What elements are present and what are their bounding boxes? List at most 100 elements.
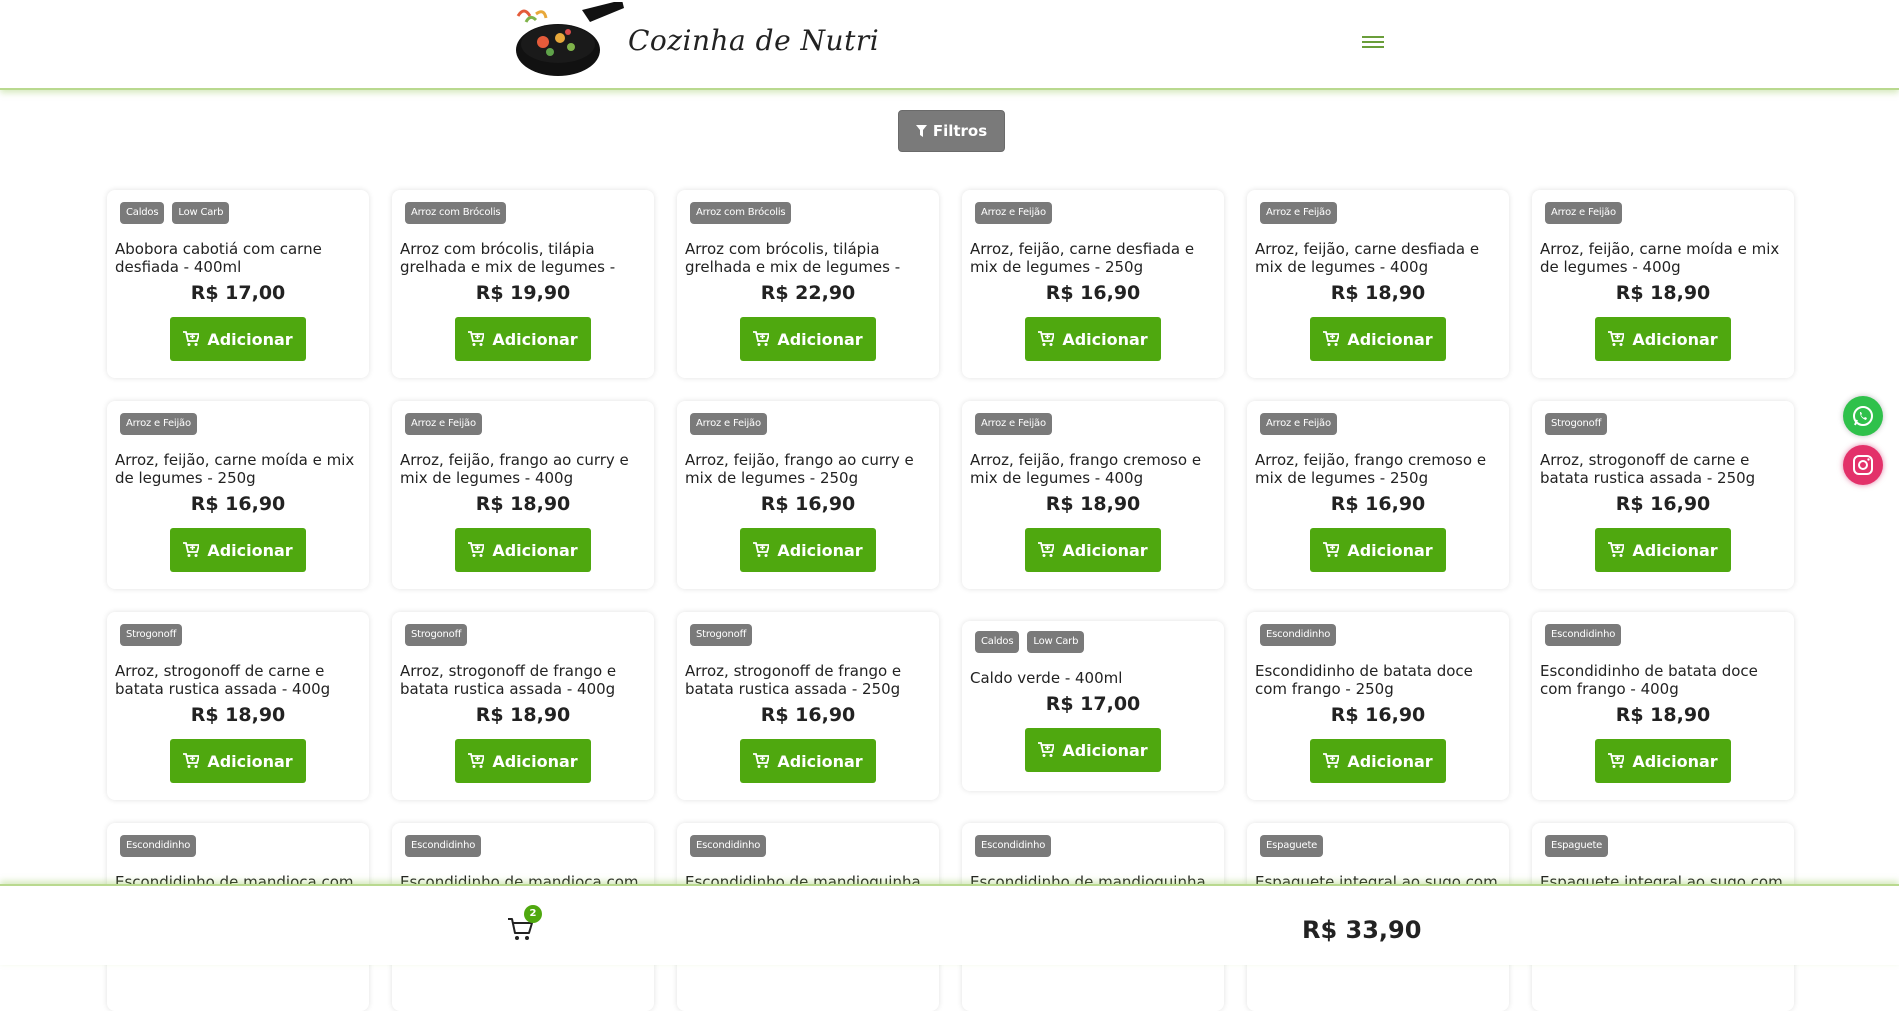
add-to-cart-label: Adicionar [207, 540, 293, 560]
brand-name: Cozinha de Nutri [628, 24, 880, 57]
add-to-cart-button[interactable]: Adicionar [1025, 528, 1161, 572]
product-title: Arroz com brócolis, tilápia grelhada e m… [400, 240, 616, 276]
product-tags: Arroz e Feijão [1255, 413, 1501, 435]
product-price: R$ 16,90 [1615, 493, 1711, 515]
category-badge: Low Carb [1027, 631, 1085, 653]
add-to-cart-button[interactable]: Adicionar [740, 528, 876, 572]
product-title: Arroz com brócolis, tilápia grelhada e m… [685, 240, 901, 276]
product-title: Arroz, feijão, frango ao curry e mix de … [400, 451, 629, 487]
category-badge: Arroz e Feijão [120, 413, 197, 435]
add-to-cart-label: Adicionar [492, 751, 578, 771]
product-price: R$ 16,90 [1330, 704, 1426, 726]
add-to-cart-button[interactable]: Adicionar [170, 317, 306, 361]
product-title: Caldo verde - 400ml [970, 669, 1123, 687]
add-to-cart-button[interactable]: Adicionar [1025, 728, 1161, 772]
add-to-cart-button[interactable]: Adicionar [1025, 317, 1161, 361]
product-tags: Caldos Low Carb [115, 202, 361, 224]
add-to-cart-button[interactable]: Adicionar [455, 739, 591, 783]
wok-logo-icon [516, 2, 624, 76]
add-to-cart-label: Adicionar [1347, 540, 1433, 560]
product-tags: Espaguete [1255, 835, 1501, 857]
cart-plus-icon [468, 542, 485, 557]
cart-plus-icon [468, 753, 485, 768]
product-card: Caldos Low Carb Abobora cabotiá com carne … [107, 190, 369, 378]
product-price: R$ 17,00 [1045, 693, 1141, 715]
cart-plus-icon [753, 753, 770, 768]
product-tags: Arroz e Feijão [970, 413, 1216, 435]
add-to-cart-button[interactable]: Adicionar [170, 528, 306, 572]
category-badge: Arroz e Feijão [1545, 202, 1622, 224]
product-tags: Arroz e Feijão [1540, 202, 1786, 224]
cart-plus-icon [1038, 331, 1055, 346]
add-to-cart-label: Adicionar [1347, 751, 1433, 771]
cart-plus-icon [183, 753, 200, 768]
product-card: Strogonoff Arroz, strogonoff de frango e … [677, 612, 939, 800]
product-card: Arroz e Feijão Arroz, feijão, carne desfi… [1247, 190, 1509, 378]
product-tags: Strogonoff [115, 624, 361, 646]
add-to-cart-label: Adicionar [207, 751, 293, 771]
add-to-cart-button[interactable]: Adicionar [1310, 317, 1446, 361]
category-badge: Arroz e Feijão [690, 413, 767, 435]
cart-plus-icon [753, 331, 770, 346]
add-to-cart-label: Adicionar [207, 329, 293, 349]
product-card: Arroz e Feijão Arroz, feijão, frango crem… [962, 401, 1224, 589]
product-price: R$ 18,90 [190, 704, 286, 726]
cart-plus-icon [1038, 542, 1055, 557]
category-badge: Strogonoff [690, 624, 753, 646]
add-to-cart-button[interactable]: Adicionar [1310, 528, 1446, 572]
add-to-cart-label: Adicionar [492, 329, 578, 349]
product-tags: Escondidinho [115, 835, 361, 857]
product-price: R$ 16,90 [760, 493, 856, 515]
product-card: Arroz e Feijão Arroz, feijão, frango crem… [1247, 401, 1509, 589]
instagram-button[interactable] [1843, 445, 1883, 485]
product-tags: Arroz com Brócolis [685, 202, 931, 224]
product-tags: Escondidinho [1255, 624, 1501, 646]
category-badge: Arroz e Feijão [1260, 202, 1337, 224]
add-to-cart-button[interactable]: Adicionar [455, 317, 591, 361]
add-to-cart-label: Adicionar [777, 329, 863, 349]
add-to-cart-label: Adicionar [1632, 329, 1718, 349]
cart-plus-icon [1038, 742, 1055, 757]
product-price: R$ 17,00 [190, 282, 286, 304]
filters-button[interactable]: Filtros [898, 110, 1005, 152]
cart-button[interactable]: 2 [507, 905, 542, 946]
logo[interactable]: Cozinha de Nutri [508, 2, 879, 82]
product-tags: Escondidinho [400, 835, 646, 857]
product-tags: Escondidinho [970, 835, 1216, 857]
product-card: Strogonoff Arroz, strogonoff de carne e b… [1532, 401, 1794, 589]
cart-plus-icon [183, 331, 200, 346]
add-to-cart-button[interactable]: Adicionar [740, 317, 876, 361]
cart-plus-icon [1323, 542, 1340, 557]
product-title: Arroz, feijão, carne moída e mix de legu… [1540, 240, 1780, 276]
cart-count-badge: 2 [524, 905, 542, 923]
add-to-cart-label: Adicionar [1632, 751, 1718, 771]
filters-label: Filtros [932, 122, 988, 140]
add-to-cart-button[interactable]: Adicionar [1595, 317, 1731, 361]
product-title: Arroz, strogonoff de carne e batata rust… [115, 662, 331, 698]
add-to-cart-button[interactable]: Adicionar [740, 739, 876, 783]
category-badge: Strogonoff [120, 624, 183, 646]
product-title: Arroz, strogonoff de frango e batata rus… [685, 662, 902, 698]
product-tags: Arroz e Feijão [685, 413, 931, 435]
category-badge: Arroz e Feijão [405, 413, 482, 435]
add-to-cart-button[interactable]: Adicionar [170, 739, 306, 783]
product-card: Arroz e Feijão Arroz, feijão, carne moída… [1532, 190, 1794, 378]
whatsapp-button[interactable] [1843, 396, 1883, 436]
add-to-cart-button[interactable]: Adicionar [1310, 739, 1446, 783]
product-title: Arroz, feijão, carne desfiada e mix de l… [970, 240, 1195, 276]
product-price: R$ 16,90 [1045, 282, 1141, 304]
product-card: Strogonoff Arroz, strogonoff de frango e … [392, 612, 654, 800]
product-card: Arroz com Brócolis Arroz com brócolis, ti… [392, 190, 654, 378]
product-tags: Escondidinho [1540, 624, 1786, 646]
hamburger-icon[interactable] [1362, 36, 1384, 52]
category-badge: Escondidinho [1545, 624, 1622, 646]
category-badge: Arroz e Feijão [975, 202, 1052, 224]
add-to-cart-button[interactable]: Adicionar [1595, 528, 1731, 572]
product-tags: Arroz e Feijão [115, 413, 361, 435]
add-to-cart-button[interactable]: Adicionar [455, 528, 591, 572]
add-to-cart-button[interactable]: Adicionar [1595, 739, 1731, 783]
site-header: Cozinha de Nutri [0, 0, 1899, 90]
add-to-cart-label: Adicionar [1062, 740, 1148, 760]
cart-plus-icon [753, 542, 770, 557]
product-price: R$ 18,90 [475, 704, 571, 726]
